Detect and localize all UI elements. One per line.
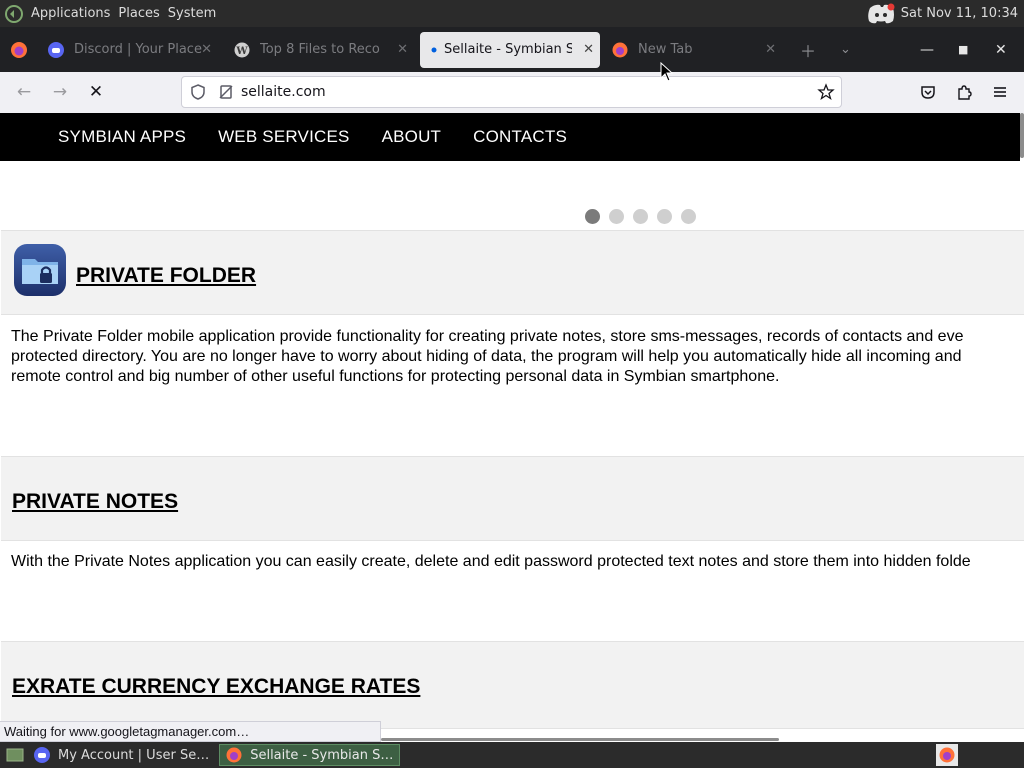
system-menu[interactable]: System	[168, 6, 216, 21]
discord-icon	[48, 41, 64, 58]
page-viewport: SYMBIAN APPS WEB SERVICES ABOUT CONTACTS	[0, 113, 1024, 742]
firefox-view-button[interactable]	[0, 32, 38, 68]
section-title[interactable]: PRIVATE FOLDER	[76, 264, 256, 288]
navigation-bar: ← → ✕ sellaite.com	[0, 72, 1024, 113]
tab-close-icon[interactable]: ✕	[201, 42, 212, 57]
firefox-icon	[612, 42, 628, 58]
private-folder-app-icon[interactable]	[13, 243, 67, 297]
distro-logo-icon[interactable]	[4, 4, 24, 24]
firefox-icon	[11, 41, 27, 58]
url-text[interactable]: sellaite.com	[241, 84, 326, 100]
description-line: remote control and big number of other u…	[11, 368, 780, 385]
description-line: The Private Folder mobile application pr…	[11, 328, 964, 345]
task-firefox[interactable]: Sellaite - Symbian S…	[219, 744, 401, 766]
window-close-icon[interactable]: ✕	[995, 27, 1007, 72]
workspace-switcher[interactable]	[936, 744, 958, 766]
tab-discord[interactable]: Discord | Your Place ✕	[38, 32, 218, 68]
show-desktop-icon[interactable]	[2, 744, 28, 766]
stop-loading-icon[interactable]: ✕	[80, 76, 112, 108]
tab-sellaite[interactable]: Sellaite - Symbian Sof ✕	[420, 31, 600, 68]
tab-list-chevron-icon[interactable]: ⌄	[840, 42, 851, 57]
section-header-private-folder: PRIVATE FOLDER	[1, 230, 1024, 315]
bookmark-star-icon[interactable]	[817, 83, 835, 101]
section-header-private-notes: PRIVATE NOTES	[1, 456, 1024, 541]
minimize-icon[interactable]: —	[920, 27, 934, 72]
loading-dot-icon	[430, 42, 438, 58]
wordpress-icon: W	[234, 42, 250, 58]
panel-clock[interactable]: Sat Nov 11, 10:34	[901, 6, 1018, 21]
tab-title: Discord | Your Place	[74, 42, 202, 57]
tab-title: New Tab	[638, 42, 693, 57]
horizontal-scrollbar[interactable]	[381, 738, 779, 741]
forward-arrow-icon[interactable]: →	[44, 76, 76, 108]
firefox-icon	[226, 747, 242, 763]
tab-title: Sellaite - Symbian Sof	[444, 42, 572, 57]
site-nav: SYMBIAN APPS WEB SERVICES ABOUT CONTACTS	[0, 113, 1020, 161]
carousel-dot[interactable]	[609, 209, 624, 224]
tab-close-icon[interactable]: ✕	[583, 42, 594, 57]
section-description: With the Private Notes application you c…	[11, 552, 1024, 572]
tab-title: Top 8 Files to Reco	[260, 42, 380, 57]
status-tooltip: Waiting for www.googletagmanager.com…	[0, 721, 381, 742]
section-header-exrate: EXRATE CURRENCY EXCHANGE RATES	[1, 641, 1024, 729]
carousel-dot[interactable]	[657, 209, 672, 224]
description-line: With the Private Notes application you c…	[11, 553, 971, 570]
task-discord[interactable]: My Account | User Se…	[28, 744, 215, 766]
tab-close-icon[interactable]: ✕	[397, 42, 408, 57]
tab-strip: Discord | Your Place ✕ W Top 8 Files to …	[0, 27, 1024, 72]
url-bar[interactable]: sellaite.com	[181, 76, 842, 108]
tracking-shield-icon[interactable]	[189, 83, 207, 101]
vertical-scrollbar[interactable]	[1020, 113, 1024, 158]
section-description: The Private Folder mobile application pr…	[11, 327, 1024, 387]
nav-web-services[interactable]: WEB SERVICES	[218, 127, 350, 147]
places-menu[interactable]: Places	[118, 6, 159, 21]
nav-symbian-apps[interactable]: SYMBIAN APPS	[58, 127, 186, 147]
taskbar: My Account | User Se… Sellaite - Symbian…	[0, 742, 1024, 768]
carousel-dot[interactable]	[633, 209, 648, 224]
carousel-dot[interactable]	[681, 209, 696, 224]
pocket-icon[interactable]	[914, 78, 942, 106]
mouse-cursor-icon	[660, 62, 674, 82]
description-line: protected directory. You are no longer h…	[11, 348, 962, 365]
new-tab-plus-icon[interactable]: ＋	[800, 38, 816, 62]
tab-close-icon[interactable]: ✕	[765, 42, 776, 57]
task-label: My Account | User Se…	[58, 747, 210, 763]
section-title[interactable]: EXRATE CURRENCY EXCHANGE RATES	[12, 675, 420, 699]
section-title[interactable]: PRIVATE NOTES	[12, 490, 178, 514]
nav-contacts[interactable]: CONTACTS	[473, 127, 567, 147]
nav-about[interactable]: ABOUT	[382, 127, 442, 147]
carousel-dots	[585, 209, 705, 224]
tab-new-tab[interactable]: New Tab ✕	[602, 32, 782, 68]
page-info-icon[interactable]	[217, 83, 235, 101]
svg-text:W: W	[235, 46, 248, 57]
hamburger-menu-icon[interactable]	[986, 78, 1014, 106]
tab-wordpress[interactable]: W Top 8 Files to Reco ✕	[224, 32, 414, 68]
firefox-icon	[939, 747, 955, 763]
extensions-icon[interactable]	[950, 78, 978, 106]
back-arrow-icon[interactable]: ←	[8, 76, 40, 108]
applications-menu[interactable]: Applications	[31, 6, 110, 21]
task-label: Sellaite - Symbian S…	[250, 747, 394, 763]
discord-tray-icon[interactable]	[867, 3, 895, 25]
top-panel: Applications Places System Sat Nov 11, 1…	[0, 0, 1024, 27]
carousel-dot[interactable]	[585, 209, 600, 224]
maximize-icon[interactable]: ■	[958, 27, 968, 72]
discord-icon	[34, 747, 50, 763]
